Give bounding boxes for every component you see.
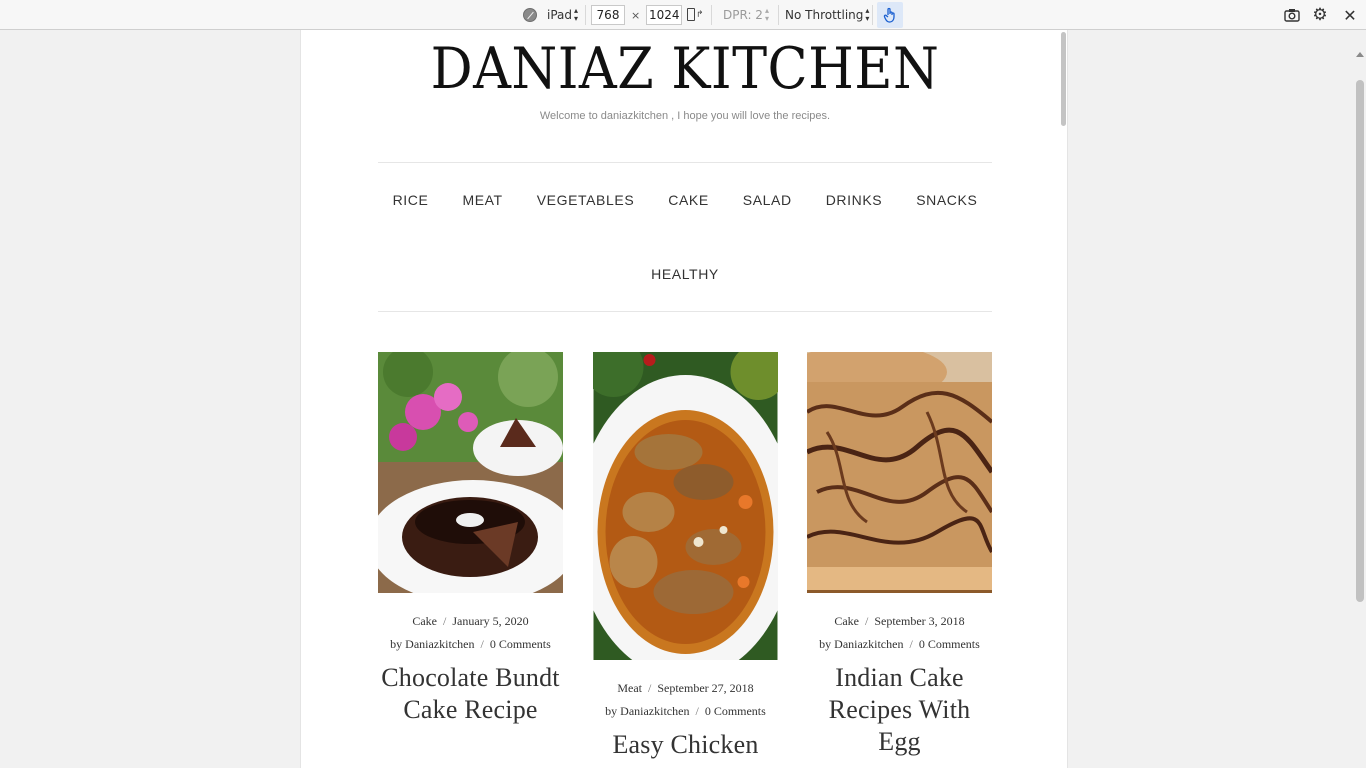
device-name: iPad	[547, 8, 573, 22]
nav-item-salad[interactable]: SALAD	[743, 192, 792, 208]
post-title-line[interactable]: Egg	[807, 726, 992, 758]
post-title-line[interactable]: Cake Recipe	[378, 694, 563, 726]
meta-separator: /	[647, 681, 652, 695]
main-nav-row-2: HEALTHY	[378, 266, 992, 282]
post-category-link[interactable]: Cake	[412, 614, 437, 628]
post-author-link[interactable]: by Daniazkitchen	[819, 637, 903, 651]
devtools-device-toolbar: iPad ▴ ▾ 768 × 1024 ↱ DPR: 2 ▴ ▾ No Thrott…	[0, 0, 1366, 30]
device-mode-toggle[interactable]	[523, 0, 537, 30]
post-comments-link[interactable]: 0 Comments	[705, 704, 766, 718]
emulated-viewport: DANIAZ KITCHEN Welcome to daniazkitchen …	[300, 30, 1068, 768]
post-title-line[interactable]: Recipes With	[807, 694, 992, 726]
nav-item-drinks[interactable]: DRINKS	[826, 192, 883, 208]
times-sign: ×	[631, 8, 641, 22]
nav-item-meat[interactable]: MEAT	[462, 192, 502, 208]
throttling-select[interactable]: No Throttling ▴ ▾	[785, 0, 869, 30]
camera-icon[interactable]	[1283, 6, 1301, 24]
post-category-link[interactable]: Meat	[617, 681, 642, 695]
nav-item-healthy[interactable]: HEALTHY	[651, 266, 719, 282]
meta-separator: /	[480, 637, 484, 651]
height-input[interactable]: 1024	[646, 5, 683, 25]
post-comments-link[interactable]: 0 Comments	[919, 637, 980, 651]
device-select[interactable]: iPad ▴ ▾	[547, 0, 578, 30]
post-date-link[interactable]: September 27, 2018	[657, 681, 753, 695]
scroll-up-arrow-icon[interactable]	[1356, 52, 1364, 57]
throttling-label: No Throttling	[785, 8, 864, 22]
dpr-label: DPR: 2	[723, 8, 763, 22]
nav-item-vegetables[interactable]: VEGETABLES	[537, 192, 635, 208]
post-thumbnail-easy-chicken[interactable]	[593, 352, 778, 660]
rotate-device-icon: ↱	[685, 7, 704, 23]
post-thumbnail-chocolate-bundt-cake[interactable]	[378, 352, 563, 593]
width-input[interactable]: 768	[591, 5, 625, 25]
nav-item-cake[interactable]: CAKE	[668, 192, 709, 208]
rotate-button[interactable]: ↱	[685, 0, 704, 30]
post-title-line[interactable]: Easy Chicken	[593, 729, 778, 761]
nav-bottom-divider	[378, 311, 992, 312]
post-author-link[interactable]: by Daniazkitchen	[390, 637, 474, 651]
post-comments-link[interactable]: 0 Comments	[490, 637, 551, 651]
disabled-circle-icon	[523, 8, 537, 22]
select-arrows-icon: ▴ ▾	[865, 6, 870, 23]
post-date-link[interactable]: January 5, 2020	[452, 614, 528, 628]
post-author-link[interactable]: by Daniazkitchen	[605, 704, 689, 718]
post-card: Cake / September 3, 2018 by Daniazkitchen /…	[807, 352, 992, 758]
nav-item-snacks[interactable]: SNACKS	[916, 192, 977, 208]
post-meta: Meat / September 27, 2018 by Daniazkitchen…	[593, 677, 778, 723]
meta-separator: /	[909, 637, 913, 651]
post-title-line[interactable]: Chocolate Bundt	[378, 662, 563, 694]
post-thumbnail-indian-cake[interactable]	[807, 352, 992, 593]
meta-separator: /	[695, 704, 699, 718]
post-meta: Cake / January 5, 2020 by Daniazkitchen / 0 …	[378, 610, 563, 656]
page-scrollbar-thumb[interactable]	[1356, 80, 1364, 602]
site-title[interactable]: DANIAZ KITCHEN	[332, 36, 1039, 102]
post-title[interactable]: Chocolate Bundt Cake Recipe	[378, 662, 563, 726]
nav-item-rice[interactable]: RICE	[393, 192, 429, 208]
post-title-line[interactable]: Indian Cake	[807, 662, 992, 694]
post-title[interactable]: Indian Cake Recipes With Egg	[807, 662, 992, 758]
meta-separator: /	[864, 614, 869, 628]
post-category-link[interactable]: Cake	[834, 614, 859, 628]
main-nav-row-1: RICE MEAT VEGETABLES CAKE SALAD DRINKS S…	[378, 192, 992, 208]
post-meta: Cake / September 3, 2018 by Daniazkitchen /…	[807, 610, 992, 656]
touch-button[interactable]	[877, 2, 903, 28]
post-card: Cake / January 5, 2020 by Daniazkitchen / 0 …	[378, 352, 563, 726]
post-card: Meat / September 27, 2018 by Daniazkitchen…	[593, 352, 778, 761]
post-date-link[interactable]: September 3, 2018	[874, 614, 964, 628]
meta-separator: /	[442, 614, 447, 628]
nav-top-divider	[378, 162, 992, 163]
post-title[interactable]: Easy Chicken	[593, 729, 778, 761]
touch-hand-icon	[883, 7, 895, 23]
close-icon[interactable]: ✕	[1341, 6, 1359, 25]
site-description: Welcome to daniazkitchen , I hope you wi…	[539, 110, 831, 122]
select-arrows-icon: ▴ ▾	[764, 6, 769, 23]
select-arrows-icon: ▴ ▾	[574, 6, 579, 23]
gear-icon[interactable]: ⚙	[1311, 5, 1329, 25]
dpr-select[interactable]: DPR: 2 ▴ ▾	[723, 0, 769, 30]
